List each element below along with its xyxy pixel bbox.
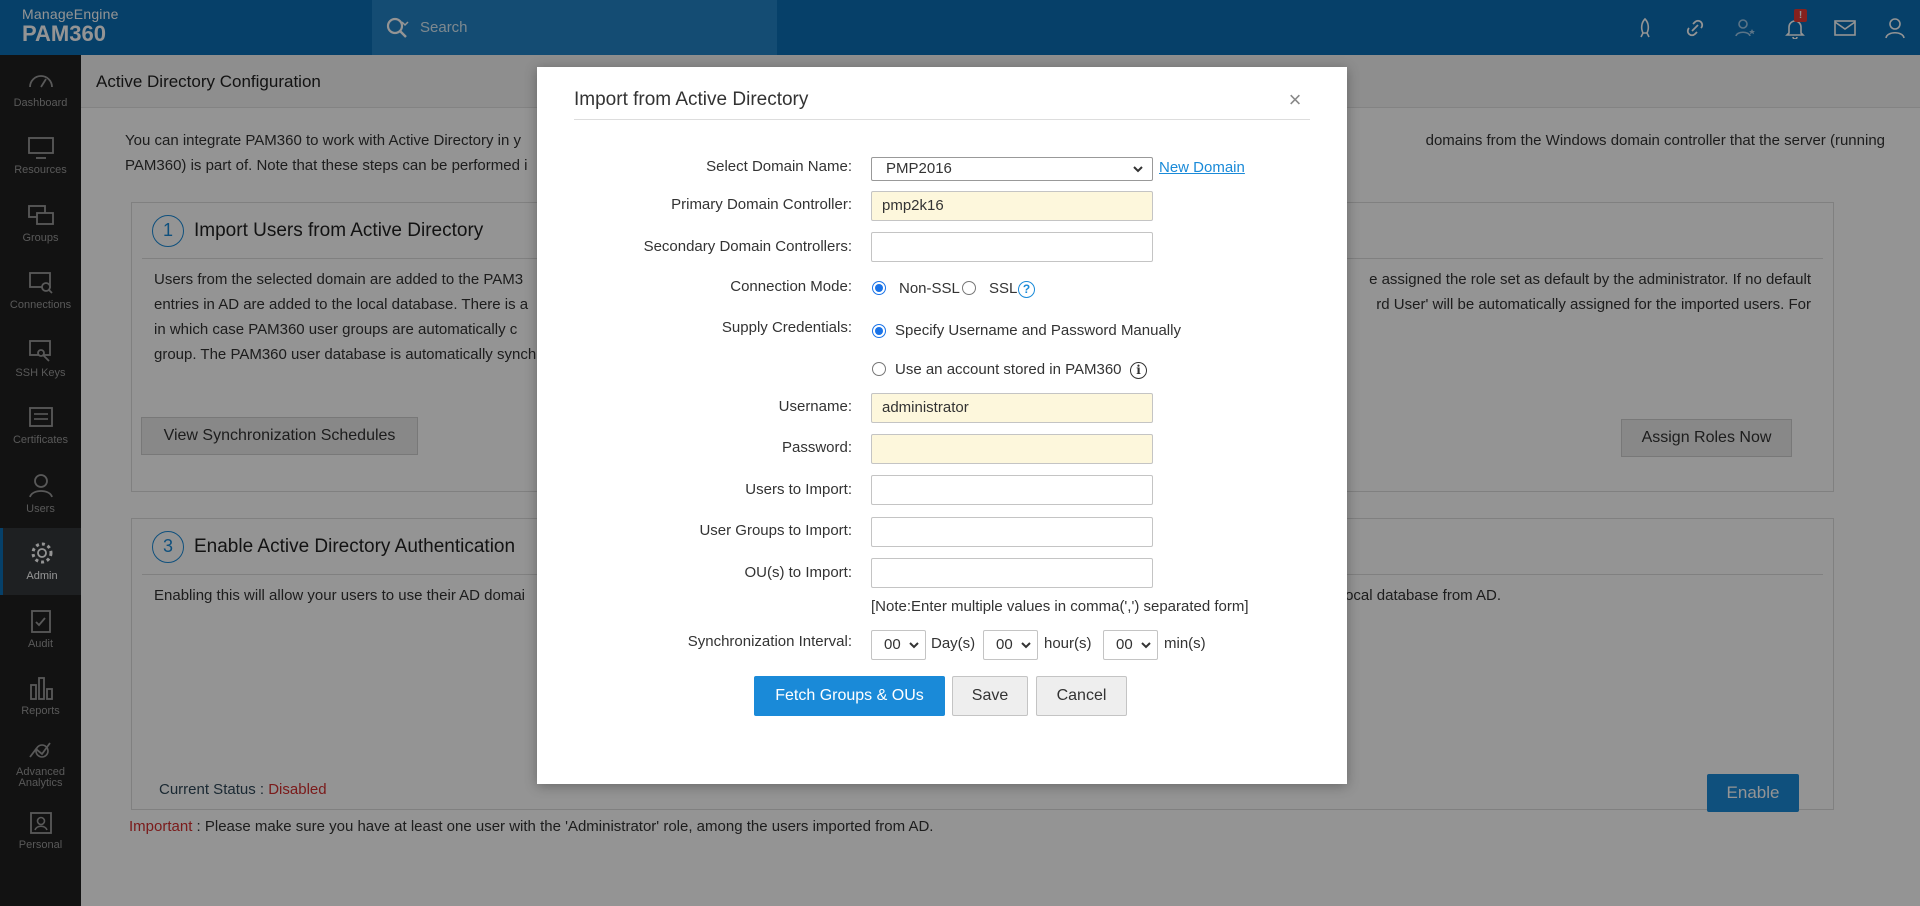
sync-interval-label: Synchronization Interval: (687, 633, 852, 650)
cancel-button[interactable]: Cancel (1036, 676, 1127, 716)
multi-value-note: [Note:Enter multiple values in comma(','… (871, 598, 1249, 615)
sync-mins-select[interactable]: 00 (1103, 630, 1158, 660)
manual-credentials-radio[interactable] (872, 324, 886, 338)
domain-select[interactable]: PMP2016 (871, 157, 1153, 181)
save-button[interactable]: Save (952, 676, 1028, 716)
info-icon[interactable]: i (1130, 362, 1147, 379)
manual-credentials-label: Specify Username and Password Manually (895, 322, 1181, 339)
domain-label: Select Domain Name: (706, 158, 852, 175)
days-unit: Day(s) (931, 635, 976, 652)
user-groups-to-import-input[interactable] (871, 517, 1153, 547)
stored-account-label: Use an account stored in PAM360 (895, 361, 1122, 378)
password-label: Password: (781, 439, 852, 456)
ous-to-import-label: OU(s) to Import: (744, 564, 852, 581)
groups-to-import-label: User Groups to Import: (699, 522, 852, 539)
ssl-radio[interactable] (962, 281, 976, 295)
new-domain-link[interactable]: New Domain (1159, 159, 1245, 176)
sync-days-select[interactable]: 00 (871, 630, 926, 660)
username-field[interactable]: administrator (871, 393, 1153, 423)
ous-to-import-input[interactable] (871, 558, 1153, 588)
users-to-import-label: Users to Import: (745, 481, 852, 498)
hours-unit: hour(s) (1044, 635, 1092, 652)
chevron-down-icon (908, 632, 920, 668)
username-label: Username: (778, 398, 852, 415)
primary-domain-controller-input[interactable]: pmp2k16 (871, 191, 1153, 221)
stored-account-radio[interactable] (872, 362, 886, 376)
sdc-label: Secondary Domain Controllers: (643, 238, 852, 255)
connection-mode-label: Connection Mode: (730, 278, 852, 295)
users-to-import-input[interactable] (871, 475, 1153, 505)
chevron-down-icon (1020, 632, 1032, 668)
supply-credentials-label: Supply Credentials: (721, 319, 852, 336)
secondary-domain-controllers-input[interactable] (871, 232, 1153, 262)
non-ssl-radio[interactable] (872, 281, 886, 295)
password-field[interactable] (871, 434, 1153, 464)
ssl-label: SSL (989, 280, 1018, 297)
import-ad-dialog: Import from Active Directory × Select Do… (537, 67, 1347, 784)
help-icon[interactable]: ? (1018, 281, 1035, 298)
non-ssl-label: Non-SSL (899, 280, 960, 297)
dialog-title: Import from Active Directory (574, 89, 809, 110)
close-icon[interactable]: × (1285, 87, 1305, 113)
fetch-groups-ous-button[interactable]: Fetch Groups & OUs (754, 676, 945, 716)
chevron-down-icon (1140, 632, 1152, 668)
pdc-label: Primary Domain Controller: (671, 196, 852, 213)
mins-unit: min(s) (1164, 635, 1206, 652)
chevron-down-icon (1132, 160, 1144, 185)
sync-hours-select[interactable]: 00 (983, 630, 1038, 660)
